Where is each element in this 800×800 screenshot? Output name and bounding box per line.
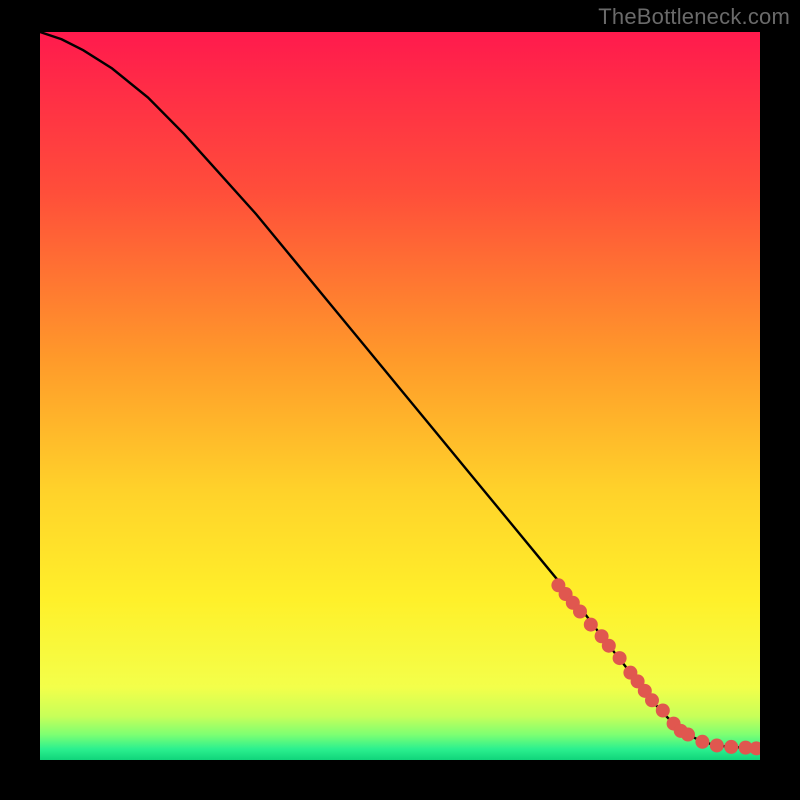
gradient-background [40, 32, 760, 760]
data-marker [724, 740, 738, 754]
data-marker [645, 693, 659, 707]
data-marker [710, 738, 724, 752]
chart-svg [40, 32, 760, 760]
chart-stage: TheBottleneck.com [0, 0, 800, 800]
data-marker [613, 651, 627, 665]
data-marker [681, 728, 695, 742]
data-marker [584, 618, 598, 632]
data-marker [656, 704, 670, 718]
plot-area [40, 32, 760, 760]
data-marker [695, 735, 709, 749]
data-marker [602, 639, 616, 653]
data-marker [573, 604, 587, 618]
attribution-label: TheBottleneck.com [598, 4, 790, 30]
